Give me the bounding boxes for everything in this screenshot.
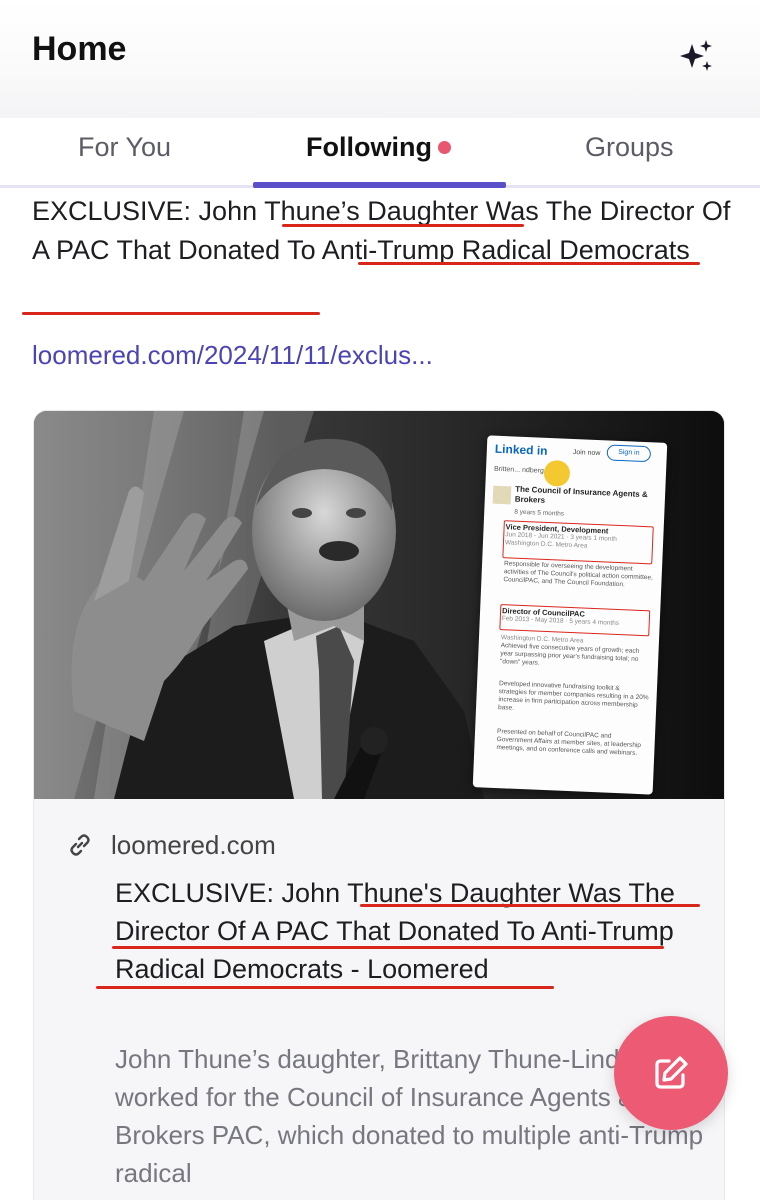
- tab-bar: For You Following Groups: [0, 118, 760, 188]
- annotation-underline: [112, 946, 664, 949]
- card-title: EXCLUSIVE: John Thune's Daughter Was The…: [115, 878, 675, 984]
- new-content-dot: [438, 141, 451, 154]
- tab-groups[interactable]: Groups: [585, 132, 674, 163]
- active-tab-indicator: [253, 182, 506, 188]
- annotation-underline: [282, 224, 524, 227]
- role-description: Presented on behalf of CouncilPAC and Go…: [496, 728, 642, 757]
- role-description: Achieved five consecutive years of growt…: [499, 642, 640, 667]
- annotation-underline: [358, 262, 700, 265]
- annotation-underline: [22, 312, 320, 315]
- compose-button[interactable]: [614, 1016, 728, 1130]
- linkedin-duration: 8 years 5 months: [514, 508, 565, 518]
- highlight-dot: [543, 459, 571, 487]
- preview-image: Linked in Join now Sign in Britten... nd…: [34, 411, 724, 799]
- header: Home: [0, 0, 760, 118]
- tab-for-you[interactable]: For You: [78, 132, 171, 163]
- page-title: Home: [32, 30, 127, 68]
- card-domain-row: loomered.com: [67, 828, 276, 862]
- sparkle-icon[interactable]: [676, 38, 716, 74]
- linkedin-logo: Linked in: [494, 441, 548, 458]
- linkedin-org: The Council of Insurance Agents & Broker…: [514, 484, 648, 505]
- role-description: Developed innovative fundraising toolkit…: [497, 680, 649, 712]
- annotation-underline: [96, 986, 554, 989]
- org-logo: [492, 485, 512, 505]
- tab-following[interactable]: Following: [306, 132, 432, 163]
- linkedin-join: Join now: [572, 448, 601, 458]
- post-link[interactable]: loomered.com/2024/11/11/exclus...: [32, 340, 433, 371]
- link-icon: [70, 834, 90, 856]
- post-headline: EXCLUSIVE: John Thune’s Daughter Was The…: [32, 196, 731, 265]
- card-domain: loomered.com: [111, 829, 276, 860]
- annotation-underline: [360, 904, 700, 907]
- linkedin-search: Britten... ndberg: [493, 465, 544, 475]
- role-description: Responsible for overseeing the developme…: [503, 560, 654, 589]
- linkedin-screenshot: Linked in Join now Sign in Britten... nd…: [472, 435, 668, 795]
- linkedin-sign-in: Sign in: [606, 444, 652, 463]
- edit-icon: [655, 1056, 688, 1089]
